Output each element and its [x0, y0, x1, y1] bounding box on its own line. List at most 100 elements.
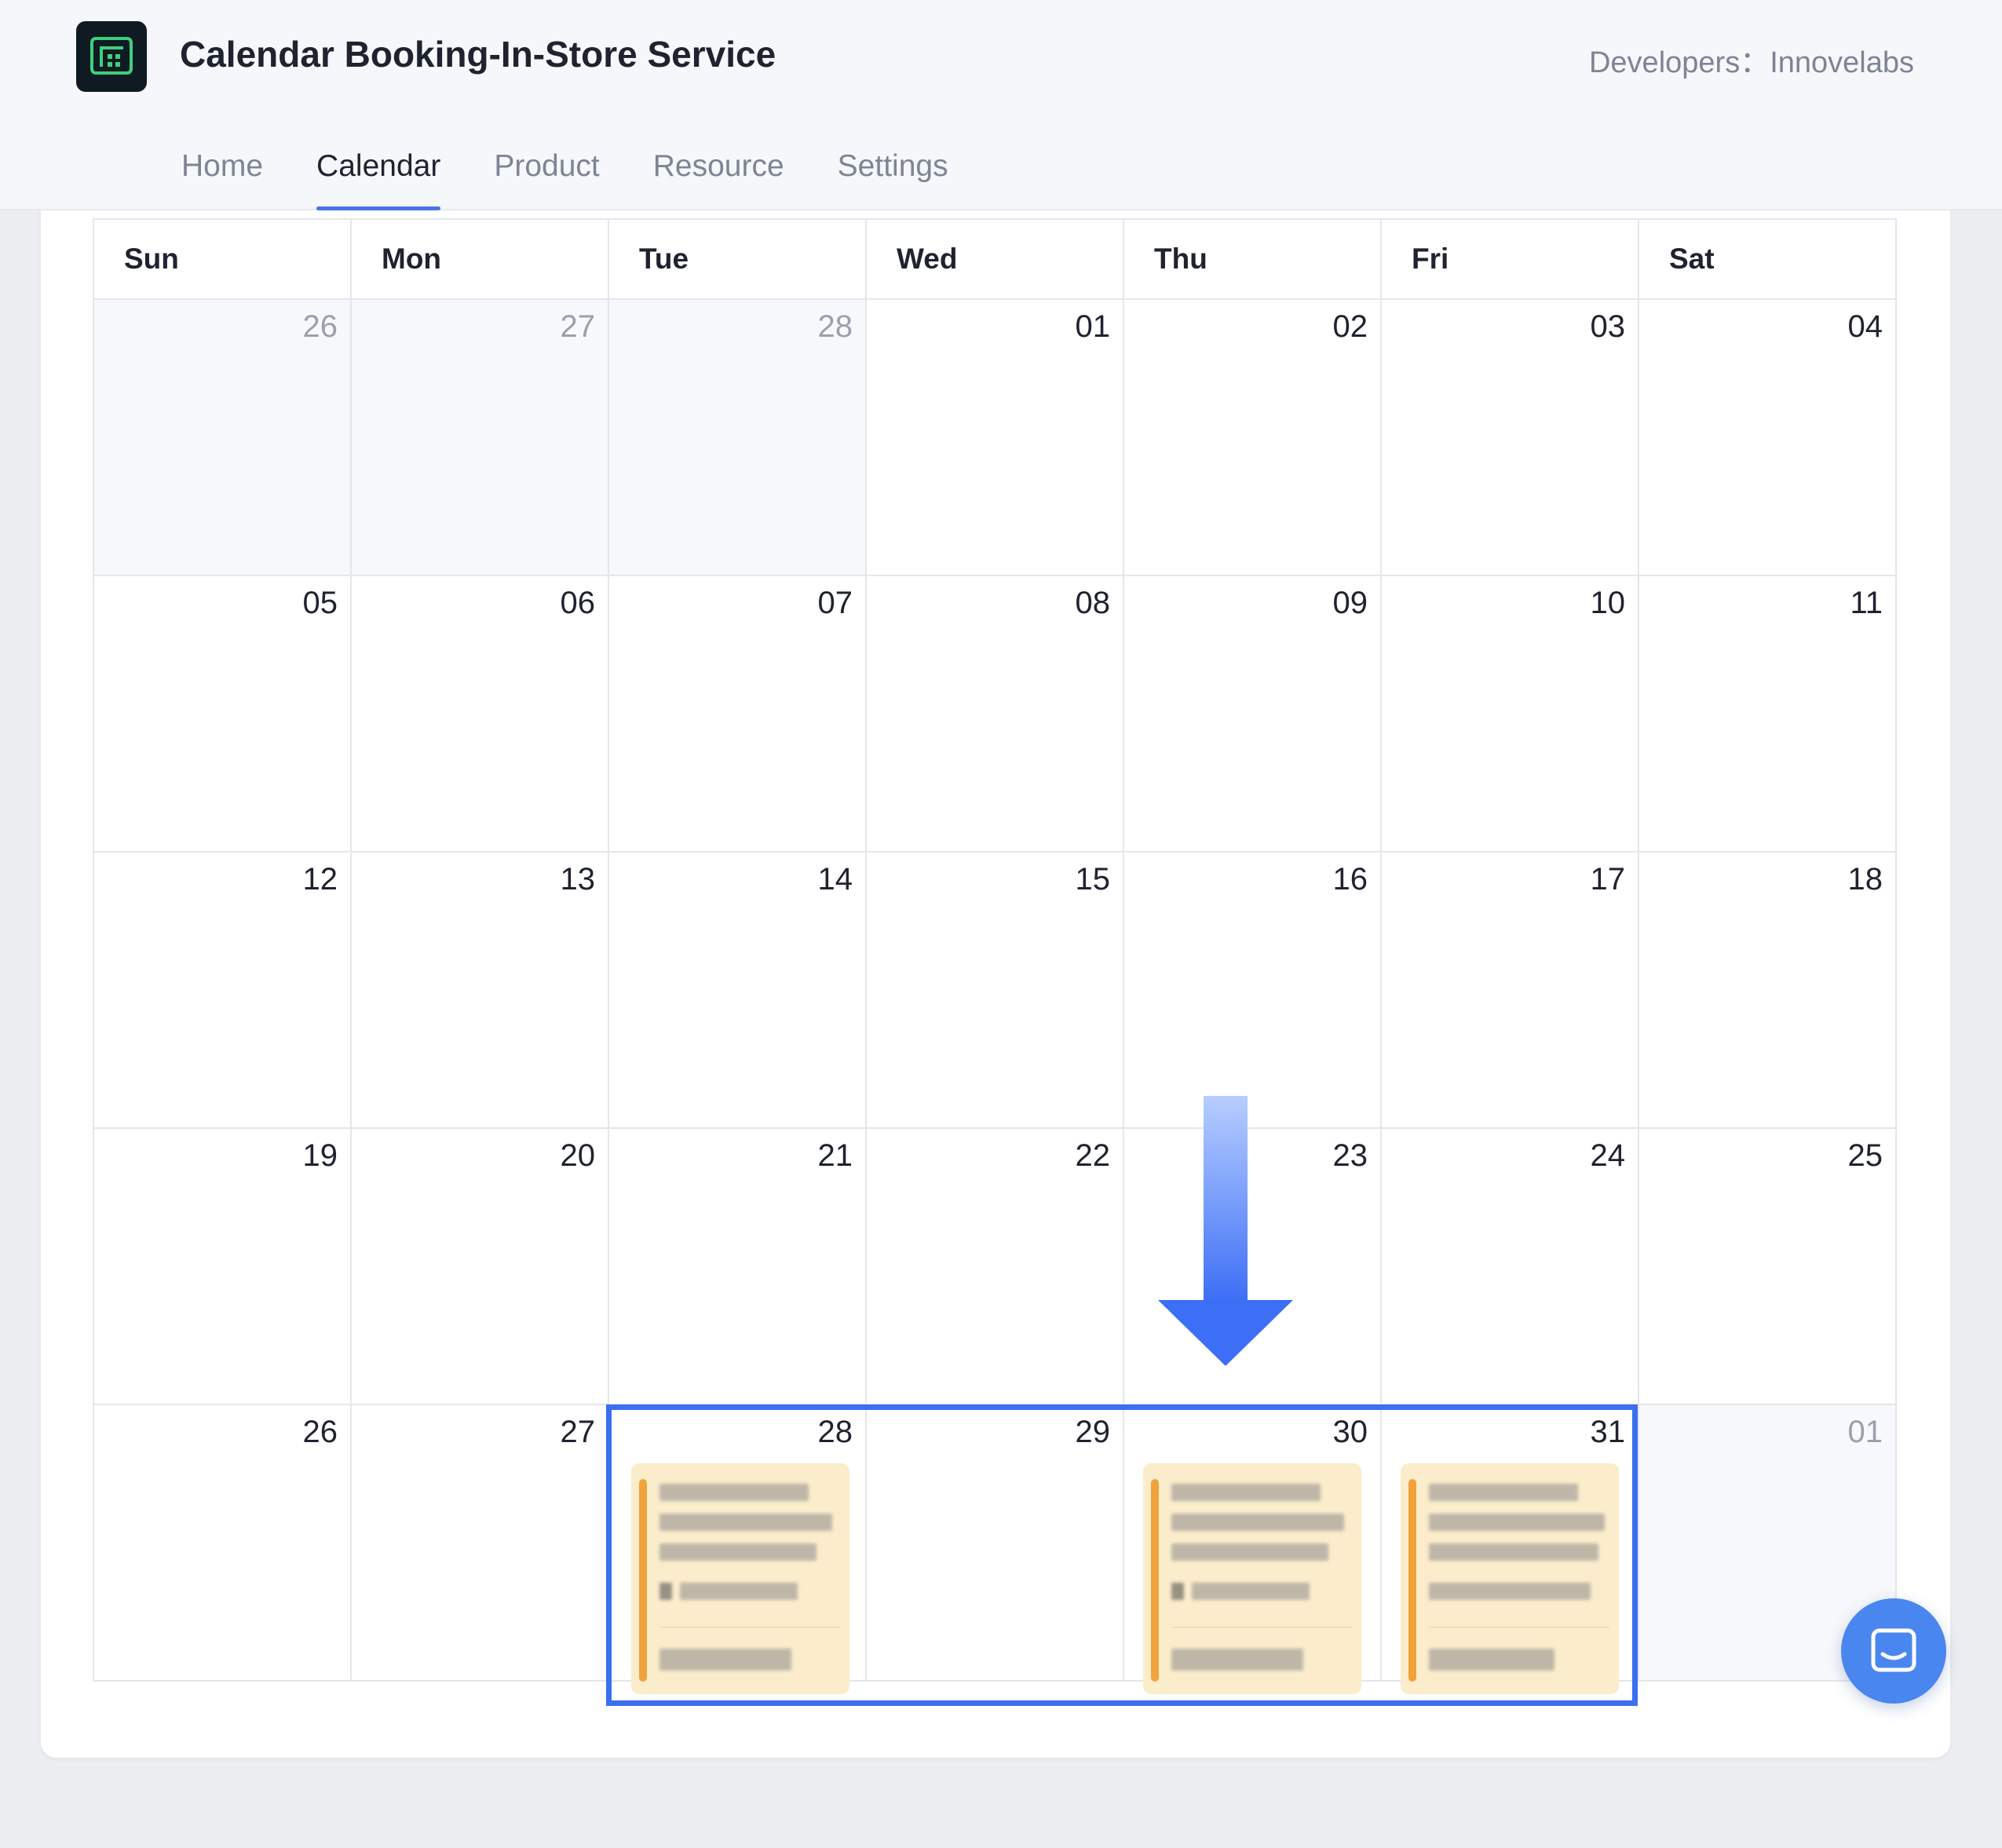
- day-cell-booked[interactable]: 28: [609, 1405, 867, 1694]
- app-header: Calendar Booking-In-Store Service Develo…: [0, 0, 2002, 210]
- tab-settings[interactable]: Settings: [838, 141, 948, 210]
- weekday-label: Tue: [609, 220, 867, 300]
- day-number: 13: [560, 862, 596, 897]
- blurred-text: [1171, 1649, 1303, 1671]
- app-title: Calendar Booking-In-Store Service: [180, 34, 776, 75]
- day-cell[interactable]: 05: [94, 576, 352, 853]
- day-number: 28: [817, 309, 853, 344]
- day-cell[interactable]: 07: [609, 576, 867, 853]
- day-number: 12: [302, 862, 338, 897]
- day-number: 24: [1590, 1138, 1626, 1173]
- day-number: 23: [1332, 1138, 1368, 1173]
- weekday-label: Sat: [1639, 220, 1897, 300]
- chat-bubble-icon: [1871, 1628, 1916, 1672]
- day-number: 31: [1590, 1415, 1626, 1449]
- chat-launcher-button[interactable]: [1841, 1598, 1946, 1704]
- day-cell[interactable]: 09: [1124, 576, 1382, 853]
- day-number: 15: [1075, 862, 1111, 897]
- day-number: 30: [1332, 1415, 1368, 1449]
- day-number: 28: [817, 1415, 853, 1449]
- day-cell[interactable]: 11: [1639, 576, 1897, 853]
- tab-resource[interactable]: Resource: [653, 141, 784, 210]
- day-cell[interactable]: 08: [867, 576, 1124, 853]
- main-nav: Home Calendar Product Resource Settings: [181, 141, 948, 210]
- day-cell[interactable]: 06: [352, 576, 609, 853]
- event-divider: [659, 1627, 840, 1628]
- grid-app-icon: [76, 21, 147, 92]
- day-cell-booked[interactable]: 31: [1382, 1405, 1639, 1694]
- week-row: 19 20 21 22 23 24 25: [94, 1129, 1897, 1405]
- day-cell[interactable]: 28: [609, 300, 867, 576]
- blurred-text: [1171, 1484, 1321, 1501]
- day-cell[interactable]: 27: [352, 300, 609, 576]
- blurred-text: [1429, 1484, 1578, 1501]
- day-number: 06: [560, 586, 596, 620]
- blurred-text: [1429, 1649, 1554, 1671]
- day-cell[interactable]: 20: [352, 1129, 609, 1405]
- tab-product[interactable]: Product: [494, 141, 599, 210]
- day-cell[interactable]: 26: [94, 1405, 352, 1682]
- day-cell[interactable]: 02: [1124, 300, 1382, 576]
- weekday-label: Mon: [352, 220, 609, 300]
- event-accent-bar: [1151, 1479, 1159, 1682]
- day-cell[interactable]: 21: [609, 1129, 867, 1405]
- day-number: 22: [1075, 1138, 1111, 1173]
- day-cell[interactable]: 26: [94, 300, 352, 576]
- day-cell[interactable]: 03: [1382, 300, 1639, 576]
- day-cell[interactable]: 14: [609, 853, 867, 1129]
- week-row: 05 06 07 08 09 10 11: [94, 576, 1897, 853]
- day-cell[interactable]: 04: [1639, 300, 1897, 576]
- day-number: 29: [1075, 1415, 1111, 1449]
- day-number: 20: [560, 1138, 596, 1173]
- day-number: 27: [560, 1415, 596, 1449]
- week-row: 26 27 28 01 02 03 04: [94, 300, 1897, 576]
- day-cell[interactable]: 24: [1382, 1129, 1639, 1405]
- day-number: 08: [1075, 586, 1111, 620]
- day-cell[interactable]: 15: [867, 853, 1124, 1129]
- day-number: 26: [302, 1415, 338, 1449]
- day-cell[interactable]: 23: [1124, 1129, 1382, 1405]
- day-cell[interactable]: 16: [1124, 853, 1382, 1129]
- blurred-text: [659, 1649, 791, 1671]
- day-number: 27: [560, 309, 596, 344]
- event-divider: [1429, 1627, 1609, 1628]
- day-cell[interactable]: 01: [867, 300, 1124, 576]
- day-cell[interactable]: 12: [94, 853, 352, 1129]
- weekday-label: Wed: [867, 220, 1124, 300]
- day-number: 01: [1847, 1415, 1883, 1449]
- booking-event[interactable]: [1143, 1463, 1361, 1694]
- blurred-text: [1171, 1514, 1344, 1531]
- blurred-text: [1192, 1583, 1310, 1600]
- day-cell[interactable]: 25: [1639, 1129, 1897, 1405]
- event-accent-bar: [639, 1479, 647, 1682]
- day-number: 10: [1590, 586, 1626, 620]
- day-cell[interactable]: 19: [94, 1129, 352, 1405]
- blurred-text: [659, 1543, 817, 1561]
- tab-home[interactable]: Home: [181, 141, 263, 210]
- tab-calendar[interactable]: Calendar: [316, 141, 441, 210]
- weekday-label: Fri: [1382, 220, 1639, 300]
- day-number: 02: [1332, 309, 1368, 344]
- blurred-text: [680, 1583, 798, 1600]
- day-number: 21: [817, 1138, 853, 1173]
- weekday-label: Thu: [1124, 220, 1382, 300]
- day-cell[interactable]: 13: [352, 853, 609, 1129]
- day-cell-booked[interactable]: 30: [1124, 1405, 1382, 1694]
- day-cell[interactable]: 22: [867, 1129, 1124, 1405]
- blurred-text: [1429, 1543, 1598, 1561]
- day-number: 07: [817, 586, 853, 620]
- day-number: 09: [1332, 586, 1368, 620]
- day-cell[interactable]: 29: [867, 1405, 1124, 1682]
- blurred-icon: [1171, 1583, 1184, 1600]
- day-cell[interactable]: 18: [1639, 853, 1897, 1129]
- day-cell[interactable]: 27: [352, 1405, 609, 1682]
- month-calendar: Sun Mon Tue Wed Thu Fri Sat 26 27 28 01 …: [93, 218, 1897, 1694]
- week-row: 26 27 28 29 30 31 01: [94, 1405, 1897, 1694]
- day-number: 05: [302, 586, 338, 620]
- blurred-icon: [659, 1583, 672, 1600]
- day-cell[interactable]: 17: [1382, 853, 1639, 1129]
- booking-event[interactable]: [1401, 1463, 1619, 1694]
- booking-event[interactable]: [631, 1463, 849, 1694]
- day-cell[interactable]: 10: [1382, 576, 1639, 853]
- weekday-label: Sun: [94, 220, 352, 300]
